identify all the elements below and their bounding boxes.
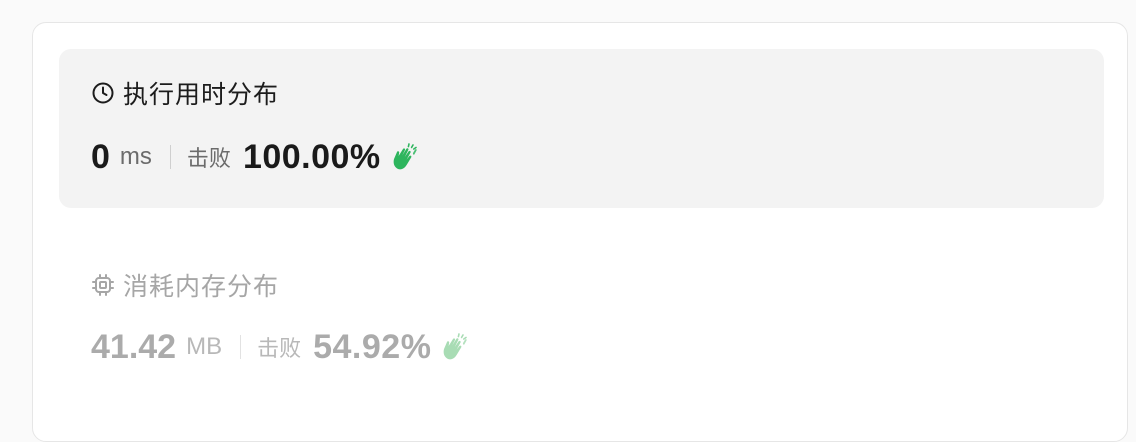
runtime-header: 执行用时分布 (91, 77, 279, 109)
runtime-distribution-panel[interactable]: 执行用时分布 0 ms 击败 100.00% (59, 49, 1104, 208)
runtime-title: 执行用时分布 (123, 80, 280, 109)
runtime-stat-row: 0 ms 击败 100.00% (91, 137, 421, 177)
memory-divider (240, 335, 242, 359)
clock-icon (91, 81, 115, 105)
memory-unit: MB (186, 333, 223, 360)
runtime-divider (169, 145, 171, 169)
memory-value: 41.42 (91, 327, 177, 366)
runtime-beat-percent: 100.00% (242, 137, 381, 176)
runtime-unit: ms (119, 143, 152, 170)
memory-stat-row: 41.42 MB 击败 54.92% (91, 327, 471, 367)
memory-header: 消耗内存分布 (91, 269, 279, 301)
submission-stats-card: 执行用时分布 0 ms 击败 100.00% 消耗内存分布 41.42 MB 击… (32, 22, 1128, 442)
runtime-value: 0 (91, 137, 110, 176)
clapping-hands-icon (439, 331, 471, 363)
memory-distribution-panel[interactable]: 消耗内存分布 41.42 MB 击败 54.92% (59, 233, 1104, 383)
memory-beat-label: 击败 (257, 337, 302, 362)
runtime-beat-label: 击败 (186, 147, 231, 172)
clapping-hands-icon (389, 141, 421, 173)
memory-beat-percent: 54.92% (313, 327, 432, 366)
cpu-chip-icon (91, 273, 115, 297)
memory-title: 消耗内存分布 (123, 272, 280, 301)
